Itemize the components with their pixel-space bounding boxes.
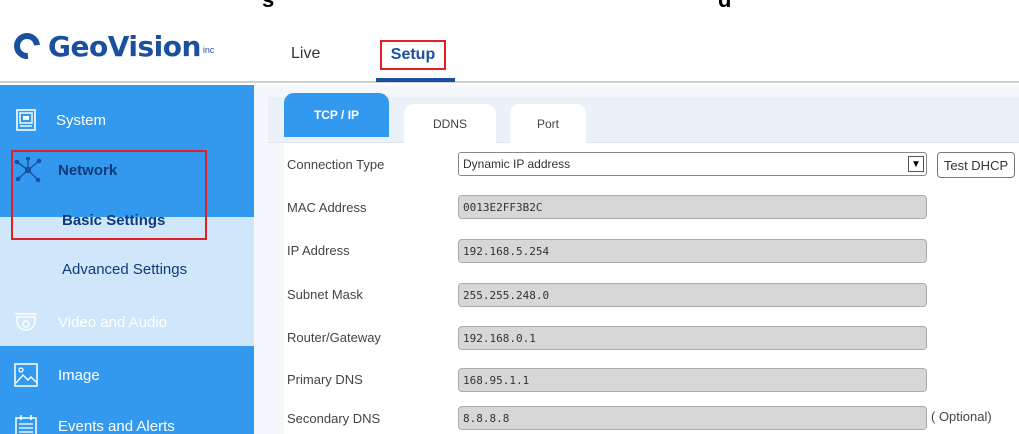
nav-setup[interactable]: Setup: [380, 40, 446, 70]
sidebar-item-label: Events and Alerts: [58, 417, 175, 434]
router-gateway-field: 192.168.0.1: [458, 326, 927, 350]
logo-text: GeoVision: [48, 29, 201, 63]
sidebar-item-events-alerts[interactable]: Events and Alerts: [0, 411, 254, 434]
label-ip-address: IP Address: [287, 243, 350, 258]
chevron-down-icon[interactable]: ▼: [908, 156, 924, 172]
connection-type-select[interactable]: Dynamic IP address ▼: [458, 152, 927, 176]
label-mac-address: MAC Address: [287, 200, 367, 215]
sidebar-item-label: System: [56, 111, 107, 129]
label-secondary-dns: Secondary DNS: [287, 411, 381, 426]
optional-note: ( Optional): [931, 409, 992, 424]
geovision-logo: GeoVision inc: [8, 26, 215, 66]
cropped-heading: s g: [0, 0, 1019, 12]
ip-address-field: 192.168.5.254: [458, 239, 927, 263]
tab-port[interactable]: Port: [510, 104, 586, 143]
sidebar-item-system[interactable]: System: [0, 105, 254, 135]
label-connection-type: Connection Type: [287, 157, 385, 172]
tab-ddns[interactable]: DDNS: [404, 104, 496, 143]
sidebar-subitem-advanced-settings[interactable]: Advanced Settings: [62, 261, 232, 278]
connection-type-value: Dynamic IP address: [463, 157, 571, 171]
mac-address-field: 0013E2FF3B2C: [458, 195, 927, 219]
image-icon: [14, 363, 38, 387]
test-dhcp-button[interactable]: Test DHCP: [937, 152, 1015, 178]
secondary-dns-field: 8.8.8.8: [458, 406, 927, 430]
camera-dome-icon: [14, 311, 38, 333]
tab-tcp-ip[interactable]: TCP / IP: [284, 93, 389, 137]
label-primary-dns: Primary DNS: [287, 372, 363, 387]
logo-mark-icon: [8, 27, 46, 65]
sidebar-item-label: Video and Audio: [58, 313, 167, 331]
nav-active-underline: [376, 78, 455, 82]
app-header: GeoVision inc Live Setup: [0, 7, 1019, 83]
chip-icon: [16, 109, 36, 131]
label-subnet-mask: Subnet Mask: [287, 287, 363, 302]
network-highlight-box: [11, 150, 207, 240]
sidebar: System Network Basic Settings Advanced S…: [0, 85, 254, 434]
nav-live[interactable]: Live: [291, 45, 320, 63]
primary-dns-field: 168.95.1.1: [458, 368, 927, 392]
calendar-icon: [14, 415, 38, 434]
sidebar-item-label: Image: [58, 366, 100, 384]
logo-tm: inc: [202, 45, 215, 55]
subnet-mask-field: 255.255.248.0: [458, 283, 927, 307]
sidebar-item-image[interactable]: Image: [0, 360, 254, 390]
sidebar-item-video-audio[interactable]: Video and Audio: [0, 307, 254, 337]
label-router-gateway: Router/Gateway: [287, 330, 381, 345]
